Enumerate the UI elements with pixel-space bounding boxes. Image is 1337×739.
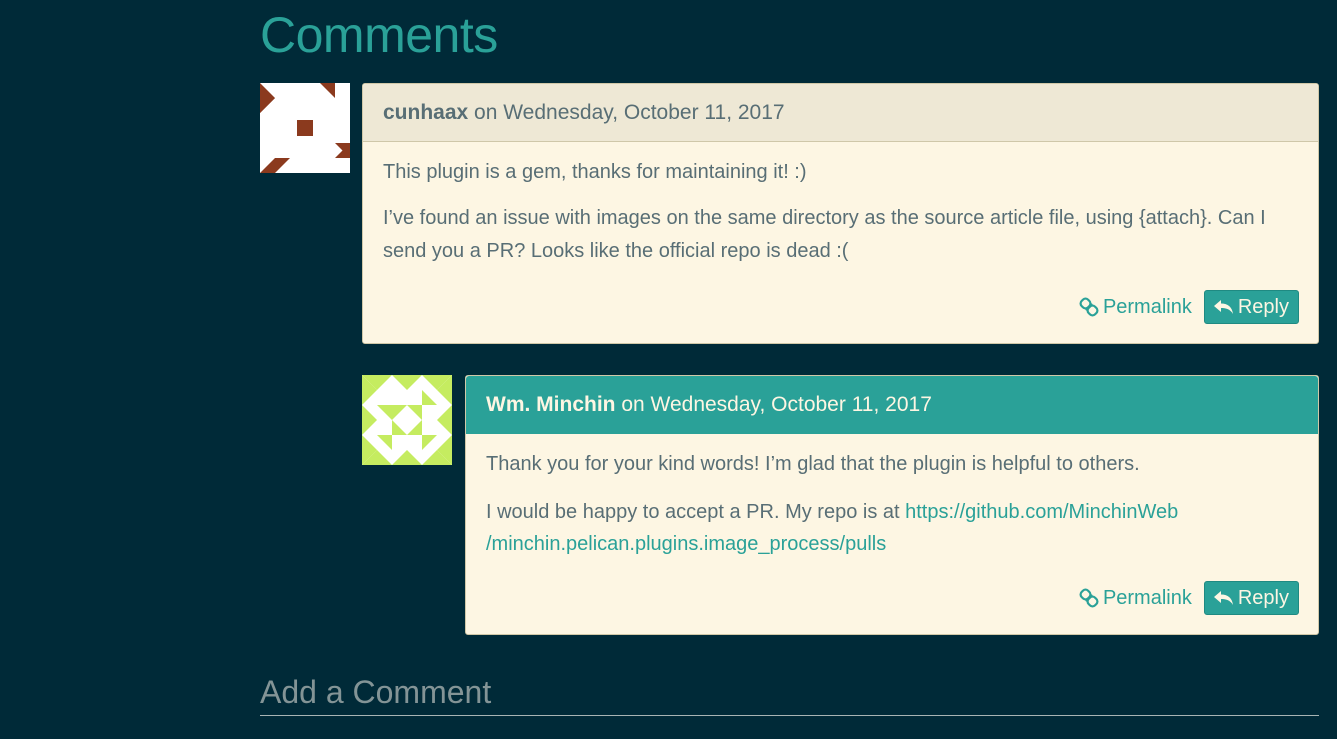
avatar-wm-minchin [362,375,452,465]
reply-icon [1213,300,1233,314]
comment-paragraph: Thank you for your kind words! I’m glad … [486,453,1140,475]
comment-author[interactable]: cunhaax [383,101,468,125]
permalink-link[interactable]: Permalink [1079,296,1192,319]
reply-button[interactable]: Reply [1203,581,1299,615]
comment-date: on Wednesday, October 11, 2017 [468,100,785,124]
comment-paragraph: This plugin is a gem, thanks for maintai… [383,161,807,183]
comment-header: cunhaax on Wednesday, October 11, 2017 [363,84,1318,142]
comment-author[interactable]: Wm. Minchin [486,393,616,417]
add-comment-heading: Add a Comment [260,670,1319,716]
permalink-label: Permalink [1102,586,1192,609]
link-icon [1079,297,1099,317]
reply-icon [1213,591,1233,605]
comment-actions: Permalink Reply [1079,581,1299,615]
comment-header: Wm. Minchin on Wednesday, October 11, 20… [466,376,1318,434]
link-icon [1079,588,1099,608]
comment-card-wm-minchin: Wm. Minchin on Wednesday, October 11, 20… [465,375,1319,635]
link-text: https://github.com/MinchinWeb [905,501,1179,523]
permalink-label: Permalink [1102,295,1192,318]
comment-body: This plugin is a gem, thanks for maintai… [363,142,1318,268]
reply-button[interactable]: Reply [1203,290,1299,324]
link-text: /minchin.pelican.plugins.image_process/p… [486,533,887,555]
comment-card-cunhaax: cunhaax on Wednesday, October 11, 2017 T… [362,83,1319,344]
comment-date: on Wednesday, October 11, 2017 [615,392,932,416]
comments-heading: Comments [260,7,498,63]
comment-body: Thank you for your kind words! I’m glad … [466,434,1318,560]
reply-label: Reply [1237,295,1289,318]
comment-paragraph: I would be happy to accept a PR. My repo… [486,496,1298,560]
permalink-link[interactable]: Permalink [1079,587,1192,610]
comment-paragraph: I’ve found an issue with images on the s… [383,207,1266,262]
comment-actions: Permalink Reply [1079,290,1299,324]
reply-label: Reply [1237,586,1289,609]
avatar-cunhaax [260,83,350,173]
paragraph-text: I would be happy to accept a PR. My repo… [486,501,906,523]
